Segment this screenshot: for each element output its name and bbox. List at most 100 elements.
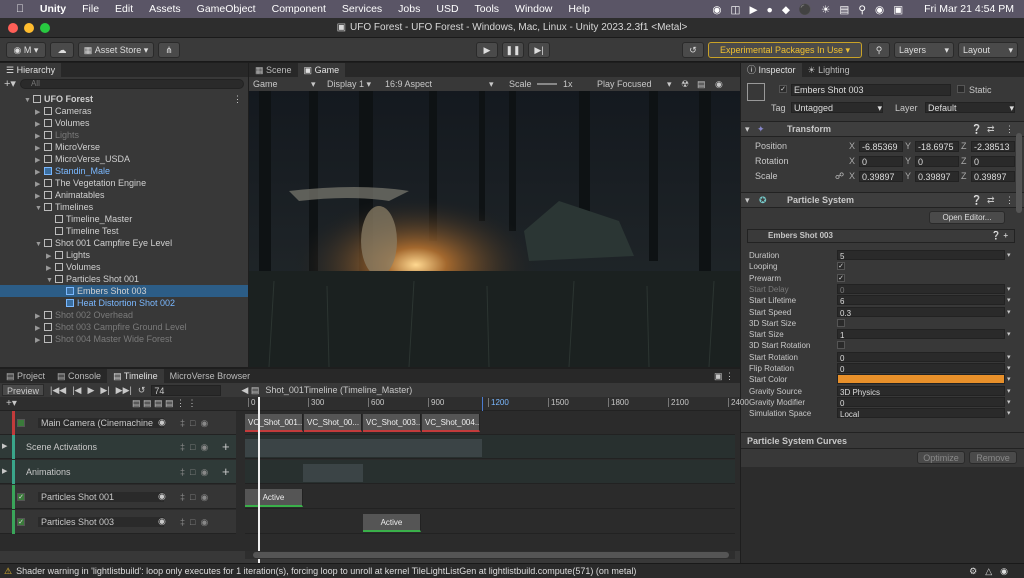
chevron-right-icon[interactable]: ▶ [2,442,7,450]
step-button[interactable]: ▶| [528,42,550,58]
tab-microverse-browser[interactable]: MicroVerse Browser [164,369,257,383]
camera-clip[interactable]: VC_Shot_003... [363,414,421,432]
particle-value-field[interactable]: 1 [837,329,1005,340]
transform-z-field[interactable]: -2.38513 [971,141,1015,152]
chevron-down-icon[interactable]: ▾ [1007,386,1011,397]
menu-unity[interactable]: Unity [40,3,66,15]
chevron-right-icon[interactable]: ▶ [2,467,7,475]
tab-scene[interactable]: ▦ Scene [249,63,298,77]
add-icon[interactable]: + [222,439,230,454]
scene-activation-range[interactable] [245,439,482,457]
play-focused-dropdown[interactable]: Play Focused ▾ [597,79,672,89]
hierarchy-item[interactable]: Embers Shot 003 [0,285,248,297]
play-button[interactable]: ▶ [476,42,498,58]
go-to-end-icon[interactable]: ▶▶| [116,385,132,396]
menu-window[interactable]: Window [515,3,552,15]
camera-clip[interactable]: VC_Shot_00... [304,414,362,432]
loop-icon[interactable]: ↺ [138,385,146,396]
particle-value-field[interactable]: 3D Physics [837,385,1005,397]
minimize-window-button[interactable] [24,23,34,33]
track-label[interactable]: Animations [26,467,71,477]
hierarchy-item[interactable]: ▶ Standin_Male [0,165,248,177]
camera-clip[interactable]: VC_Shot_001... [245,414,303,432]
hierarchy-item[interactable]: ▶ Lights [0,129,248,141]
chevron-down-icon[interactable]: ▾ [1007,329,1011,340]
particle-checkbox[interactable]: ✓ [837,273,845,282]
hierarchy-item[interactable]: ▶ Animatables [0,189,248,201]
menu-gameobject[interactable]: GameObject [197,3,256,15]
hierarchy-item[interactable]: ▶ MicroVerse_USDA [0,153,248,165]
particle-module-header[interactable]: Embers Shot 003 ❔ + [747,229,1015,243]
particle-value-field[interactable]: 0 [837,351,1005,363]
tab-lighting[interactable]: ☀ Lighting [802,63,856,77]
hierarchy-item[interactable]: ▶ MicroVerse [0,141,248,153]
previous-frame-icon[interactable]: |◀ [72,385,81,396]
remove-button[interactable]: Remove [969,451,1017,464]
status-icons[interactable]: ⚙△◉ [969,566,1024,577]
tag-dropdown[interactable]: Untagged ▾ [791,102,883,113]
game-render-view[interactable] [249,91,740,367]
hierarchy-item[interactable]: ▶ The Vegetation Engine [0,177,248,189]
activation-clip[interactable]: Active [363,514,421,532]
stats-icon[interactable]: ▤ [697,79,706,90]
particle-value-field[interactable]: 5 [837,250,1005,261]
hierarchy-item[interactable]: ▶ Cameras [0,105,248,117]
tab-inspector[interactable]: ⓘ Inspector [741,63,802,77]
transform-x-field[interactable]: -6.85369 [859,141,903,152]
menu-services[interactable]: Services [342,3,382,15]
transform-z-field[interactable]: 0.39897 [971,171,1015,182]
kebab-menu-icon[interactable]: ⋮ [1005,195,1014,206]
help-icon[interactable]: ❔ [971,195,982,206]
chevron-down-icon[interactable]: ▼ [24,95,33,107]
track-header[interactable]: ✓ Particles Shot 001 ‡□◉ ◉ [0,485,236,509]
track-label[interactable]: Scene Activations [26,442,97,452]
track-options-icons[interactable]: ▤ ▤ ▤ ▤ ⋮ ⋮ [132,398,197,409]
cloud-button[interactable]: ☁ [50,42,74,58]
kebab-menu-icon[interactable]: ⋮ [233,93,242,105]
curves-graph[interactable] [741,467,1024,564]
preset-icon[interactable]: ⇄ [987,124,995,135]
menu-component[interactable]: Component [272,3,326,15]
tab-timeline[interactable]: ▤ Timeline [107,369,164,383]
close-window-button[interactable] [8,23,18,33]
version-control-button[interactable]: ⋔ [158,42,180,58]
track-lock-mute-icons[interactable]: ‡□◉ [180,442,213,453]
transform-x-field[interactable]: 0 [859,156,903,167]
track-header[interactable]: ✓ Particles Shot 003 ‡□◉ ◉ [0,510,236,534]
hierarchy-search-input[interactable] [19,78,244,89]
active-checkbox[interactable]: ✓ [779,85,787,93]
display-dropdown[interactable]: Display 1 ▾ [327,79,371,90]
mode-dropdown[interactable]: Game ▾ [253,79,316,89]
menu-usd[interactable]: USD [436,3,458,15]
next-frame-icon[interactable]: ▶| [100,385,109,396]
particle-value-field[interactable]: 0 [837,396,1005,408]
track-lane[interactable] [245,510,735,534]
optimize-button[interactable]: Optimize [917,451,965,464]
kebab-menu-icon[interactable]: ⋮ [1005,124,1014,135]
timeline-scrollbar[interactable] [245,551,735,559]
gizmos-icon[interactable]: ◉ [715,79,723,90]
particle-value-field[interactable]: 0 [837,363,1005,374]
track-lock-mute-icons[interactable]: ‡□◉ [180,467,213,478]
target-icon[interactable]: ◉ [158,491,166,502]
chevron-down-icon[interactable]: ▾ [1007,363,1011,374]
account-button[interactable]: ◉ M ▾ [6,42,46,58]
preview-button[interactable]: Preview [2,384,45,396]
animation-range[interactable] [303,464,363,482]
chevron-down-icon[interactable]: ▾ [1007,284,1011,295]
target-icon[interactable]: ◉ [158,516,166,527]
track-header[interactable]: ▶ Animations ‡□◉ + [0,460,236,484]
status-icons[interactable]: ◉◫▶●◆⚫☀▤⚲◉▣ [712,3,912,16]
hierarchy-item[interactable]: ▼ Shot 001 Campfire Eye Level [0,237,248,249]
particle-value-field[interactable]: Local [837,408,1005,419]
transform-y-field[interactable]: 0 [915,156,959,167]
add-track-icon[interactable]: +▾ [6,398,17,409]
tab-project[interactable]: ▤ Project [0,369,51,383]
lock-icon[interactable]: ▣ ⋮ [714,371,740,382]
layer-dropdown[interactable]: Default ▾ [925,102,1015,113]
hierarchy-item[interactable]: ▼ Particles Shot 001 [0,273,248,285]
go-to-start-icon[interactable]: |◀◀ [50,385,66,396]
menu-tools[interactable]: Tools [475,3,500,15]
add-icon[interactable]: +▾ [4,77,16,90]
chevron-down-icon[interactable]: ▾ [1007,307,1011,318]
